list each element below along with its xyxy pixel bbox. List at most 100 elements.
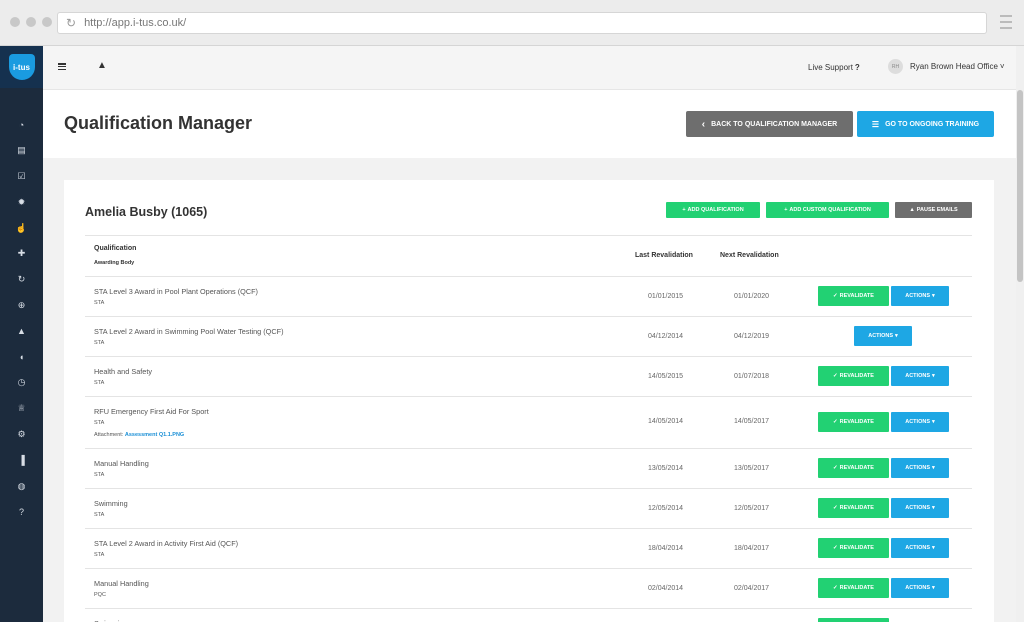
pause-emails-button[interactable]: ▲ PAUSE EMAILS — [895, 202, 972, 218]
page-header: Qualification Manager ‹ BACK TO QUALIFIC… — [43, 90, 1016, 158]
browser-menu-icon[interactable] — [1000, 15, 1012, 29]
last-revalidation-date: 14/05/2015 — [648, 373, 684, 380]
actions-label: ACTIONS — [905, 545, 930, 551]
checklist-icon[interactable]: ☑ — [0, 164, 43, 190]
menu-toggle-icon[interactable] — [58, 63, 66, 70]
bell-icon: ▲ — [909, 207, 915, 213]
document-icon[interactable]: ▤ — [0, 138, 43, 164]
revalidate-button[interactable]: ✓REVALIDATE — [818, 366, 889, 386]
scrollbar-thumb[interactable] — [1017, 90, 1023, 282]
chevron-left-icon: ‹ — [701, 118, 706, 130]
help-icon[interactable]: ? — [0, 499, 43, 525]
actions-dropdown-button[interactable]: ACTIONS ▾ — [891, 286, 949, 306]
caret-down-icon: ▾ — [931, 505, 935, 511]
add-qualification-button[interactable]: + ADD QUALIFICATION — [666, 202, 760, 218]
add-custom-qualification-button[interactable]: + ADD CUSTOM QUALIFICATION — [766, 202, 889, 218]
actions-dropdown-button[interactable]: ACTIONS ▾ — [891, 578, 949, 598]
caret-down-icon: ▾ — [931, 373, 935, 379]
thumbs-up-icon[interactable]: ☝ — [0, 215, 43, 241]
clock-icon[interactable]: ◷ — [0, 370, 43, 396]
last-revalidation-date: 04/12/2014 — [648, 333, 684, 340]
actions-label: ACTIONS — [905, 419, 930, 425]
awarding-body: STA — [94, 512, 105, 518]
user-menu[interactable]: RH Ryan Brown Head Office ˅ — [888, 59, 1005, 74]
actions-label: ACTIONS — [905, 465, 930, 471]
page-scrollbar[interactable] — [1016, 46, 1024, 622]
window-minimize-dot[interactable] — [26, 17, 36, 27]
table-row: Manual Handling PQC 02/04/2014 02/04/2017 ✓ R… — [85, 569, 972, 609]
shield-icon[interactable]: ◖ — [0, 344, 43, 370]
dashboard-icon[interactable]: ◔ — [0, 112, 43, 138]
revalidate-button[interactable]: ✓REVALIDATE — [818, 458, 889, 478]
window-close-dot[interactable] — [10, 17, 20, 27]
awarding-body: STA — [94, 420, 105, 426]
revalidate-label: REVALIDATE — [839, 419, 874, 425]
check-icon: ✓ — [833, 545, 838, 551]
url-text[interactable]: http://app.i-tus.co.uk/ — [84, 17, 186, 29]
revalidate-button[interactable]: ✓REVALIDATE — [818, 538, 889, 558]
go-to-ongoing-training-button[interactable]: ☰ GO TO ONGOING TRAINING — [857, 111, 994, 137]
address-bar[interactable]: ↻ http://app.i-tus.co.uk/ — [57, 12, 987, 34]
actions-dropdown-button[interactable]: ACTIONS ▾ — [891, 538, 949, 558]
table-row: Health and Safety STA 14/05/2015 01/07/2018… — [85, 357, 972, 397]
qualification-name: Manual Handling — [94, 459, 149, 468]
qualification-card: Amelia Busby (1065) + ADD QUALIFICATION … — [64, 180, 994, 622]
globe-icon[interactable]: ◍ — [0, 473, 43, 499]
add-custom-qualification-label: ADD CUSTOM QUALIFICATION — [789, 207, 871, 213]
notifications-bell-icon[interactable]: ▲ — [97, 60, 107, 71]
actions-dropdown-button[interactable]: ACTIONS ▾ — [891, 412, 949, 432]
app-header: ▲ Live Support? RH Ryan Brown Head Offic… — [43, 46, 1016, 90]
qualification-name: STA Level 2 Award in Activity First Aid … — [94, 539, 239, 548]
caret-down-icon: ▾ — [894, 333, 898, 339]
revalidate-button[interactable]: ✓REVALIDATE — [818, 412, 889, 432]
certificate-icon[interactable]: ✹ — [0, 189, 43, 215]
first-aid-kit-icon[interactable]: ✚ — [0, 241, 43, 267]
actions-label: ACTIONS — [905, 585, 930, 591]
awarding-body: STA — [94, 380, 105, 386]
person-name: Amelia Busby (1065) — [85, 205, 208, 219]
settings-icon[interactable]: ⚙ — [0, 422, 43, 448]
check-icon: ✓ — [833, 293, 838, 299]
revalidate-button[interactable]: ✓REVALIDATE — [818, 578, 889, 598]
pause-emails-label: PAUSE EMAILS — [916, 207, 958, 213]
header-awarding-body: Awarding Body — [94, 260, 135, 266]
search-plus-icon[interactable]: ⊕ — [0, 293, 43, 319]
awarding-body: STA — [94, 300, 105, 306]
awarding-body: PQC — [94, 592, 106, 598]
revalidate-button[interactable]: ✓REVALIDATE — [818, 618, 889, 622]
last-revalidation-date: 18/04/2014 — [648, 545, 684, 552]
reload-icon[interactable]: ↻ — [66, 16, 76, 30]
graduation-cap-icon[interactable]: ▲ — [0, 318, 43, 344]
window-maximize-dot[interactable] — [42, 17, 52, 27]
actions-dropdown-button[interactable]: ACTIONS ▾ — [854, 326, 912, 346]
next-revalidation-date: 14/05/2017 — [734, 418, 770, 425]
revalidate-label: REVALIDATE — [839, 585, 874, 591]
attachment-link[interactable]: Assessment Q1.1.PNG — [125, 432, 184, 438]
awarding-body: STA — [94, 552, 105, 558]
actions-label: ACTIONS — [905, 293, 930, 299]
revalidate-label: REVALIDATE — [839, 505, 874, 511]
check-icon: ✓ — [833, 505, 838, 511]
help-question-icon: ? — [854, 63, 860, 72]
app-logo[interactable]: i-tus — [0, 46, 43, 88]
attachment-label: Attachment: — [94, 432, 124, 438]
live-support-label: Live Support — [808, 63, 853, 72]
header-next-revalidation: Next Revalidation — [720, 252, 779, 259]
actions-dropdown-button[interactable]: ACTIONS ▾ — [891, 458, 949, 478]
actions-dropdown-button[interactable]: ACTIONS ▾ — [891, 366, 949, 386]
actions-dropdown-button[interactable]: ACTIONS ▾ — [891, 498, 949, 518]
back-to-qualification-manager-button[interactable]: ‹ BACK TO QUALIFICATION MANAGER — [686, 111, 853, 137]
attachment: Attachment: Assessment Q1.1.PNG — [94, 432, 184, 438]
revalidate-button[interactable]: ✓REVALIDATE — [818, 498, 889, 518]
caret-down-icon: ▾ — [931, 419, 935, 425]
revalidate-button[interactable]: ✓REVALIDATE — [818, 286, 889, 306]
live-support-link[interactable]: Live Support? — [808, 63, 860, 72]
check-icon: ✓ — [833, 373, 838, 379]
bar-chart-icon[interactable]: ▐ — [0, 447, 43, 473]
trophy-icon[interactable]: ♕ — [0, 396, 43, 422]
last-revalidation-date: 12/05/2014 — [648, 505, 684, 512]
qualification-table: Qualification Awarding Body Last Revalid… — [85, 235, 972, 622]
browser-chrome: ↻ http://app.i-tus.co.uk/ — [0, 0, 1024, 46]
list-icon: ☰ — [871, 119, 880, 129]
refresh-icon[interactable]: ↻ — [0, 267, 43, 293]
